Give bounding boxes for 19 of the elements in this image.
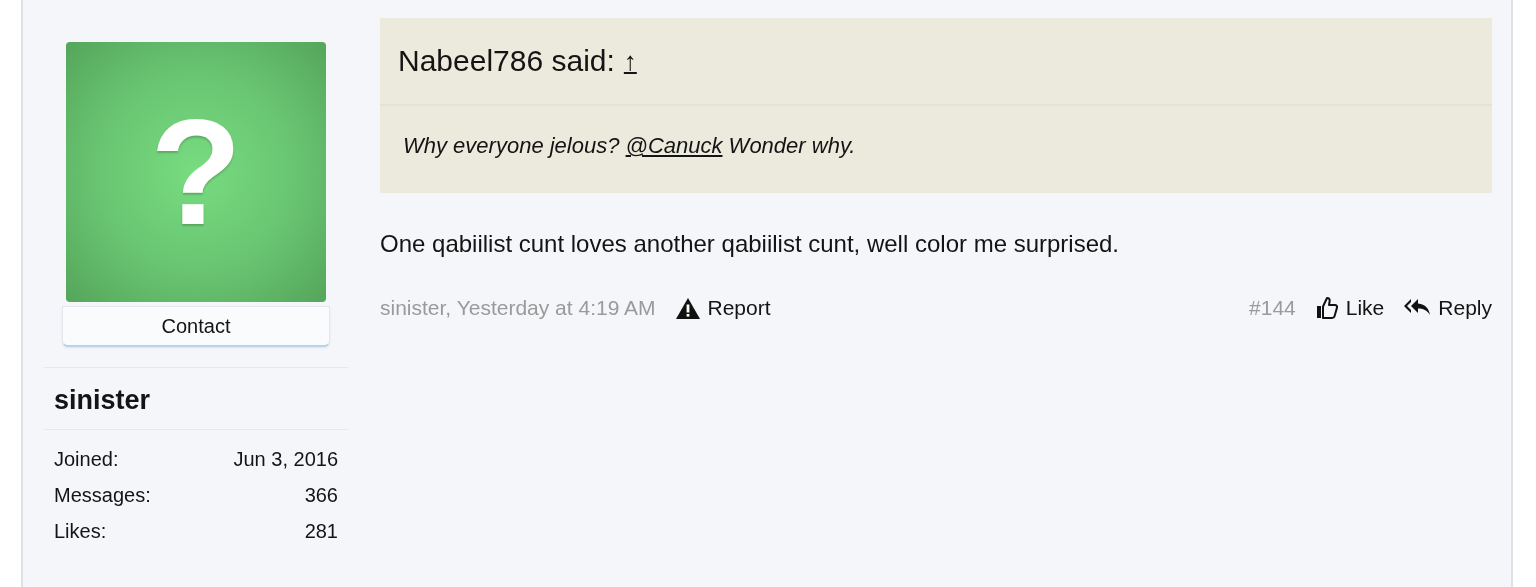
mention-link[interactable]: @Canuck: [625, 133, 723, 158]
avatar: ?: [66, 42, 326, 302]
stat-value: 281: [303, 520, 338, 543]
jump-to-quote-link[interactable]: ↑: [623, 45, 637, 77]
reply-link[interactable]: Reply: [1404, 296, 1492, 320]
stat-value: 366: [303, 484, 338, 507]
quote-author: Nabeel786 said:: [398, 44, 615, 78]
stat-label: Likes:: [54, 520, 108, 543]
contact-button[interactable]: Contact: [62, 306, 330, 347]
stat-value: Jun 3, 2016: [233, 448, 338, 471]
username[interactable]: sinister: [44, 368, 348, 429]
stat-label: Joined:: [54, 448, 120, 471]
thumbs-up-icon: [1315, 297, 1338, 319]
stat-label: Messages:: [54, 484, 152, 507]
report-link[interactable]: Report: [675, 296, 771, 320]
message-text: One qabiilist cunt loves another qabiilist cunt, well color me surprised.: [380, 229, 1121, 258]
quote-text: Why everyone jelous? @Canuck Wonder why.: [402, 132, 857, 159]
like-link[interactable]: Like: [1315, 296, 1385, 320]
warning-icon: [675, 297, 700, 319]
